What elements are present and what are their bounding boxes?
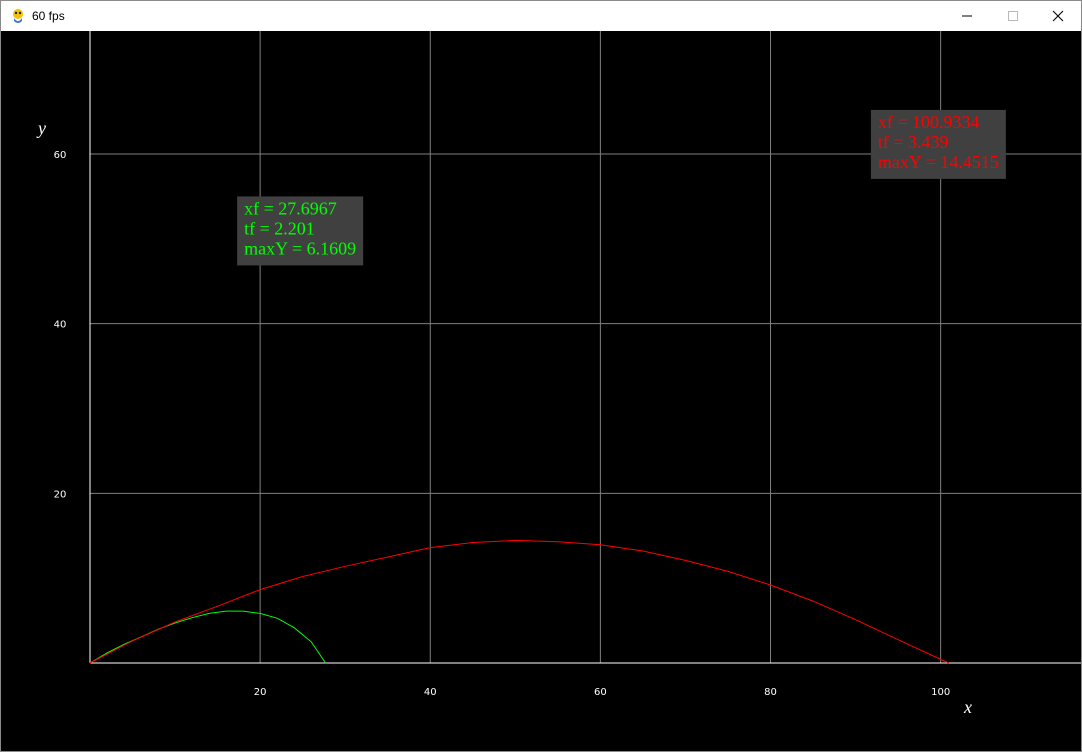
annotation-line: tf = 2.201	[244, 218, 315, 238]
y-tick-label: 60	[54, 150, 67, 161]
python-snake-icon	[13, 9, 23, 23]
annotation-box-0: xf = 27.6967tf = 2.201maxY = 6.1609	[237, 196, 364, 266]
maximize-icon	[1008, 11, 1018, 21]
x-tick-label: 100	[931, 687, 950, 698]
annotation-line: xf = 100.9334	[878, 112, 980, 132]
title-bar[interactable]: 60 fps	[1, 1, 1081, 31]
window-title: 60 fps	[32, 9, 65, 23]
plot-area: 20 40 60 80 100 20 40 60 x y xf = 27.6967 tf = 2.20…	[1, 31, 1081, 751]
trajectory-chart: 20 40 60 80 100 20 40 60 x y xf = 27.6967tf = 2.20…	[36, 31, 1081, 717]
annotation-line: tf = 3.439	[878, 132, 949, 152]
annotation-box-1: xf = 100.9334tf = 3.439maxY = 14.4515	[870, 109, 1006, 179]
y-axis-label: y	[36, 118, 46, 138]
x-tick-label: 60	[594, 687, 607, 698]
close-icon	[1052, 10, 1064, 22]
x-tick-label: 40	[424, 687, 437, 698]
x-tick-label: 20	[254, 687, 267, 698]
x-axis-label: x	[963, 697, 972, 717]
y-tick-label: 20	[54, 489, 67, 500]
x-tick-label: 80	[764, 687, 777, 698]
trajectory-line-0	[89, 610, 327, 664]
app-window: 60 fps 20 40 60 80 100 20 40 60 x y xf = 27.6967 tf…	[0, 0, 1082, 752]
minimize-button[interactable]	[944, 1, 990, 31]
y-tick-label: 40	[54, 320, 67, 331]
annotation-line: maxY = 6.1609	[244, 238, 356, 258]
close-button[interactable]	[1035, 1, 1081, 31]
annotation-line: maxY = 14.4515	[878, 152, 999, 172]
maximize-button[interactable]	[990, 1, 1036, 31]
annotation-line: xf = 27.6967	[244, 198, 337, 218]
minimize-icon	[962, 15, 972, 17]
trajectory-line-1	[89, 539, 949, 664]
